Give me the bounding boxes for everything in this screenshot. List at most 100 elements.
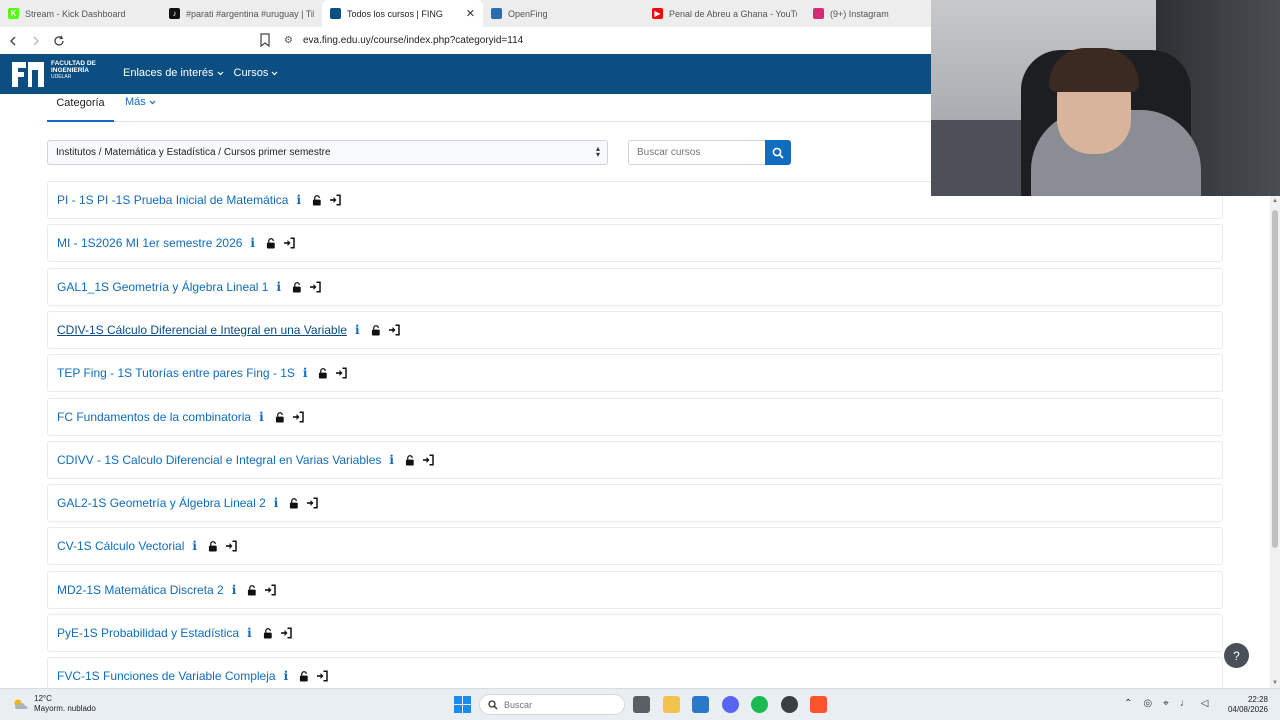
- menu-cursos[interactable]: Cursos: [234, 67, 279, 79]
- browser-tab-label: #parati #argentina #uruguay | TikTok: [186, 8, 314, 19]
- course-info-icon[interactable]: i: [192, 539, 197, 553]
- course-row: CDIV-1S Cálculo Diferencial e Integral e…: [47, 311, 1223, 349]
- start-button[interactable]: [454, 696, 471, 713]
- close-tab-icon[interactable]: ✕: [466, 7, 475, 20]
- instagram-icon: [813, 8, 824, 19]
- course-link[interactable]: GAL2-1S Geometría y Álgebra Lineal 2: [57, 496, 266, 510]
- reload-button[interactable]: [49, 31, 69, 51]
- self-enrolment-icon: [280, 627, 292, 639]
- browser-tab-label: Penal de Abreu a Ghana - YouTube: [669, 8, 797, 19]
- course-link[interactable]: FC Fundamentos de la combinatoria: [57, 410, 251, 424]
- page-scrollbar[interactable]: ▲ ▼: [1270, 196, 1280, 688]
- back-arrow-icon: [10, 36, 16, 45]
- back-button[interactable]: [3, 31, 23, 51]
- microphone-icon[interactable]: ♩: [1180, 698, 1190, 709]
- start-icon-pane: [463, 696, 471, 704]
- taskbar-clock[interactable]: 22:28 04/08/2026: [1222, 695, 1268, 715]
- start-icon-pane: [454, 696, 462, 704]
- discord-icon[interactable]: [722, 696, 739, 713]
- course-info-icon[interactable]: i: [355, 323, 360, 337]
- forward-button[interactable]: [26, 31, 46, 51]
- scroll-up-icon[interactable]: ▲: [1272, 198, 1278, 204]
- scroll-down-icon[interactable]: ▼: [1272, 680, 1278, 686]
- logo-line3: UDELAR: [51, 74, 72, 80]
- course-info-icon[interactable]: i: [296, 193, 301, 207]
- guest-access-unlock-icon: [405, 454, 414, 466]
- browser-tab[interactable]: ▶ Penal de Abreu a Ghana - YouTube: [644, 0, 805, 27]
- course-link[interactable]: MI - 1S2026 MI 1er semestre 2026: [57, 236, 242, 250]
- course-row: CDIVV - 1S Calculo Diferencial e Integra…: [47, 441, 1223, 479]
- menu-label: Cursos: [233, 67, 269, 79]
- browser-tab[interactable]: K Stream - Kick Dashboard: [0, 0, 161, 27]
- course-row: FC Fundamentos de la combinatoria i: [47, 398, 1223, 436]
- guest-access-unlock-icon: [290, 497, 299, 509]
- course-link[interactable]: CDIV-1S Cálculo Diferencial e Integral e…: [57, 323, 347, 337]
- browser-tab[interactable]: Todos los cursos | FING ✕: [322, 0, 483, 27]
- scrollbar-thumb[interactable]: [1272, 210, 1278, 548]
- course-link[interactable]: GAL1_1S Geometría y Álgebra Lineal 1: [57, 280, 268, 294]
- taskbar-search-input[interactable]: [504, 699, 604, 710]
- select-arrows-icon: ▴ ▾: [595, 144, 600, 159]
- course-link[interactable]: PyE-1S Probabilidad y Estadística: [57, 626, 239, 640]
- browser-tab[interactable]: ♪ #parati #argentina #uruguay | TikTok: [161, 0, 322, 27]
- guest-access-unlock-icon: [266, 237, 275, 249]
- logo-line2: INGENIERÍA: [51, 67, 89, 74]
- youtube-icon: ▶: [652, 8, 663, 19]
- file-explorer-icon[interactable]: [663, 696, 680, 713]
- menu-enlaces-de-interes[interactable]: Enlaces de interés: [123, 67, 224, 79]
- location-icon[interactable]: ⌖: [1163, 698, 1169, 709]
- tab-mas[interactable]: Más: [125, 96, 156, 108]
- chevron-down-icon: [271, 71, 278, 75]
- course-info-icon[interactable]: i: [284, 669, 289, 683]
- spotify-icon[interactable]: [751, 696, 768, 713]
- address-bar[interactable]: ⚙ eva.fing.edu.uy/course/index.php?categ…: [284, 32, 523, 49]
- course-row: CV-1S Cálculo Vectorial i: [47, 527, 1223, 565]
- course-info-icon[interactable]: i: [389, 453, 394, 467]
- bookmark-icon[interactable]: [258, 32, 272, 48]
- fing-icon: [330, 8, 341, 19]
- start-icon-pane: [463, 705, 471, 713]
- tray-expand-icon[interactable]: ⌃: [1124, 698, 1132, 709]
- system-tray: ⌃ ◎ ⌖ ♩ ◁: [1124, 698, 1219, 709]
- course-link[interactable]: PI - 1S PI -1S Prueba Inicial de Matemát…: [57, 193, 288, 207]
- self-enrolment-icon: [292, 411, 304, 423]
- course-row: MI - 1S2026 MI 1er semestre 2026 i: [47, 224, 1223, 262]
- tab-categoria[interactable]: Categoría: [47, 96, 114, 122]
- self-enrolment-icon: [336, 367, 348, 379]
- brave-browser-icon[interactable]: [810, 696, 827, 713]
- site-settings-icon[interactable]: ⚙: [284, 35, 293, 46]
- course-link[interactable]: CV-1S Cálculo Vectorial: [57, 539, 184, 553]
- course-row: GAL2-1S Geometría y Álgebra Lineal 2 i: [47, 484, 1223, 522]
- category-select[interactable]: Institutos / Matemática y Estadística / …: [47, 140, 608, 165]
- course-info-icon[interactable]: i: [259, 410, 264, 424]
- course-search-button[interactable]: [765, 140, 791, 165]
- course-link[interactable]: MD2-1S Matemática Discreta 2: [57, 583, 224, 597]
- volume-icon[interactable]: ◁: [1201, 698, 1209, 709]
- course-search-input[interactable]: [628, 140, 765, 165]
- course-info-icon[interactable]: i: [303, 366, 308, 380]
- course-link[interactable]: TEP Fing - 1S Tutorías entre pares Fing …: [57, 366, 295, 380]
- course-link[interactable]: CDIVV - 1S Calculo Diferencial e Integra…: [57, 453, 381, 467]
- menu-label: Enlaces de interés: [123, 67, 214, 79]
- course-info-icon[interactable]: i: [274, 496, 279, 510]
- category-select-value: Institutos / Matemática y Estadística / …: [56, 147, 331, 158]
- course-info-icon[interactable]: i: [250, 236, 255, 250]
- fing-logo[interactable]: [10, 58, 46, 90]
- course-info-icon[interactable]: i: [232, 583, 237, 597]
- taskbar-search[interactable]: [479, 694, 625, 715]
- course-row: MD2-1S Matemática Discreta 2 i: [47, 571, 1223, 609]
- task-view-icon[interactable]: [633, 696, 650, 713]
- chevron-down-icon: [149, 100, 156, 105]
- course-info-icon[interactable]: i: [276, 280, 281, 294]
- browser-tab[interactable]: OpenFing: [483, 0, 644, 27]
- self-enrolment-icon: [330, 194, 341, 206]
- guest-access-unlock-icon: [275, 411, 284, 423]
- weather-widget[interactable]: 12°C Mayorm. nublado: [12, 694, 96, 714]
- self-enrolment-icon: [265, 584, 277, 596]
- help-button[interactable]: ?: [1224, 643, 1249, 668]
- course-link[interactable]: FVC-1S Funciones de Variable Compleja: [57, 669, 276, 683]
- obs-icon[interactable]: [781, 696, 798, 713]
- network-icon[interactable]: ◎: [1143, 698, 1152, 709]
- store-icon[interactable]: [692, 696, 709, 713]
- course-info-icon[interactable]: i: [247, 626, 252, 640]
